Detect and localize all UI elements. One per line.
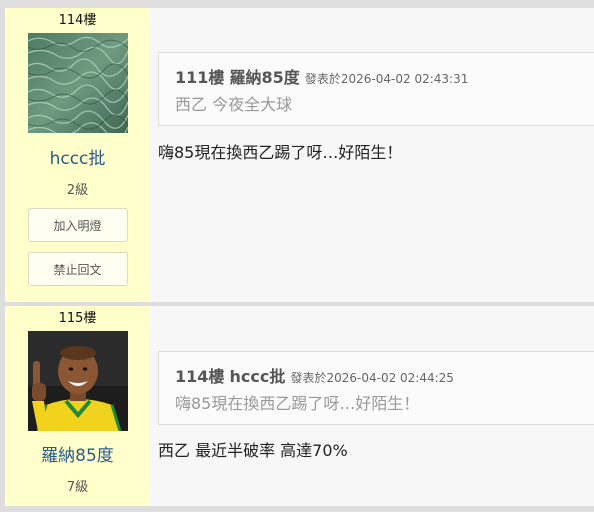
user-level: 2級	[66, 183, 89, 198]
author-sidebar: 115樓 羅納85度 7級	[5, 306, 150, 506]
quote-floor[interactable]: 114樓	[175, 367, 224, 386]
floor-label: 114樓	[58, 13, 97, 28]
post-text: 西乙 最近半破率 高達70%	[158, 441, 348, 460]
post-reply: 114樓 hccc批 2級 加入明燈 禁止回文 111樓 羅納85度 發表於20…	[5, 8, 594, 302]
post-content: 114樓 hccc批 發表於2026-04-02 02:44:25 嗨85現在換…	[150, 306, 594, 506]
ban-reply-button[interactable]: 禁止回文	[27, 252, 128, 286]
username[interactable]: 羅納85度	[41, 446, 114, 466]
quote-floor[interactable]: 111樓	[175, 68, 224, 87]
avatar[interactable]	[27, 33, 128, 133]
username[interactable]: hccc批	[50, 149, 106, 169]
quote-header: 111樓 羅納85度 發表於2026-04-02 02:43:31	[175, 64, 468, 88]
avatar[interactable]	[27, 331, 128, 431]
user-level: 7級	[66, 480, 89, 495]
quote-header: 114樓 hccc批 發表於2026-04-02 02:44:25	[175, 363, 454, 387]
quote-author[interactable]: 羅納85度	[230, 68, 300, 87]
quote-meta-prefix: 發表於	[290, 371, 327, 385]
follow-button[interactable]: 加入明燈	[27, 208, 128, 242]
quote-author[interactable]: hccc批	[230, 367, 286, 386]
floor-label: 115樓	[58, 311, 97, 326]
quote-meta-prefix: 發表於	[304, 72, 341, 86]
quote-block: 111樓 羅納85度 發表於2026-04-02 02:43:31 西乙 今夜全…	[158, 52, 594, 126]
quote-timestamp: 2026-04-02 02:43:31	[340, 72, 469, 86]
quote-text: 西乙 今夜全大球	[175, 95, 293, 114]
post-text: 嗨85現在換西乙踢了呀…好陌生！	[158, 143, 403, 162]
post-reply: 115樓 羅納85度 7級 114樓 hccc批 發表於2026-04-02 0…	[5, 306, 594, 506]
quote-text: 嗨85現在換西乙踢了呀…好陌生！	[175, 394, 420, 413]
quote-block: 114樓 hccc批 發表於2026-04-02 02:44:25 嗨85現在換…	[158, 351, 594, 425]
quote-timestamp: 2026-04-02 02:44:25	[326, 371, 454, 385]
post-content: 111樓 羅納85度 發表於2026-04-02 02:43:31 西乙 今夜全…	[150, 8, 594, 302]
author-sidebar: 114樓 hccc批 2級 加入明燈 禁止回文	[5, 8, 150, 302]
